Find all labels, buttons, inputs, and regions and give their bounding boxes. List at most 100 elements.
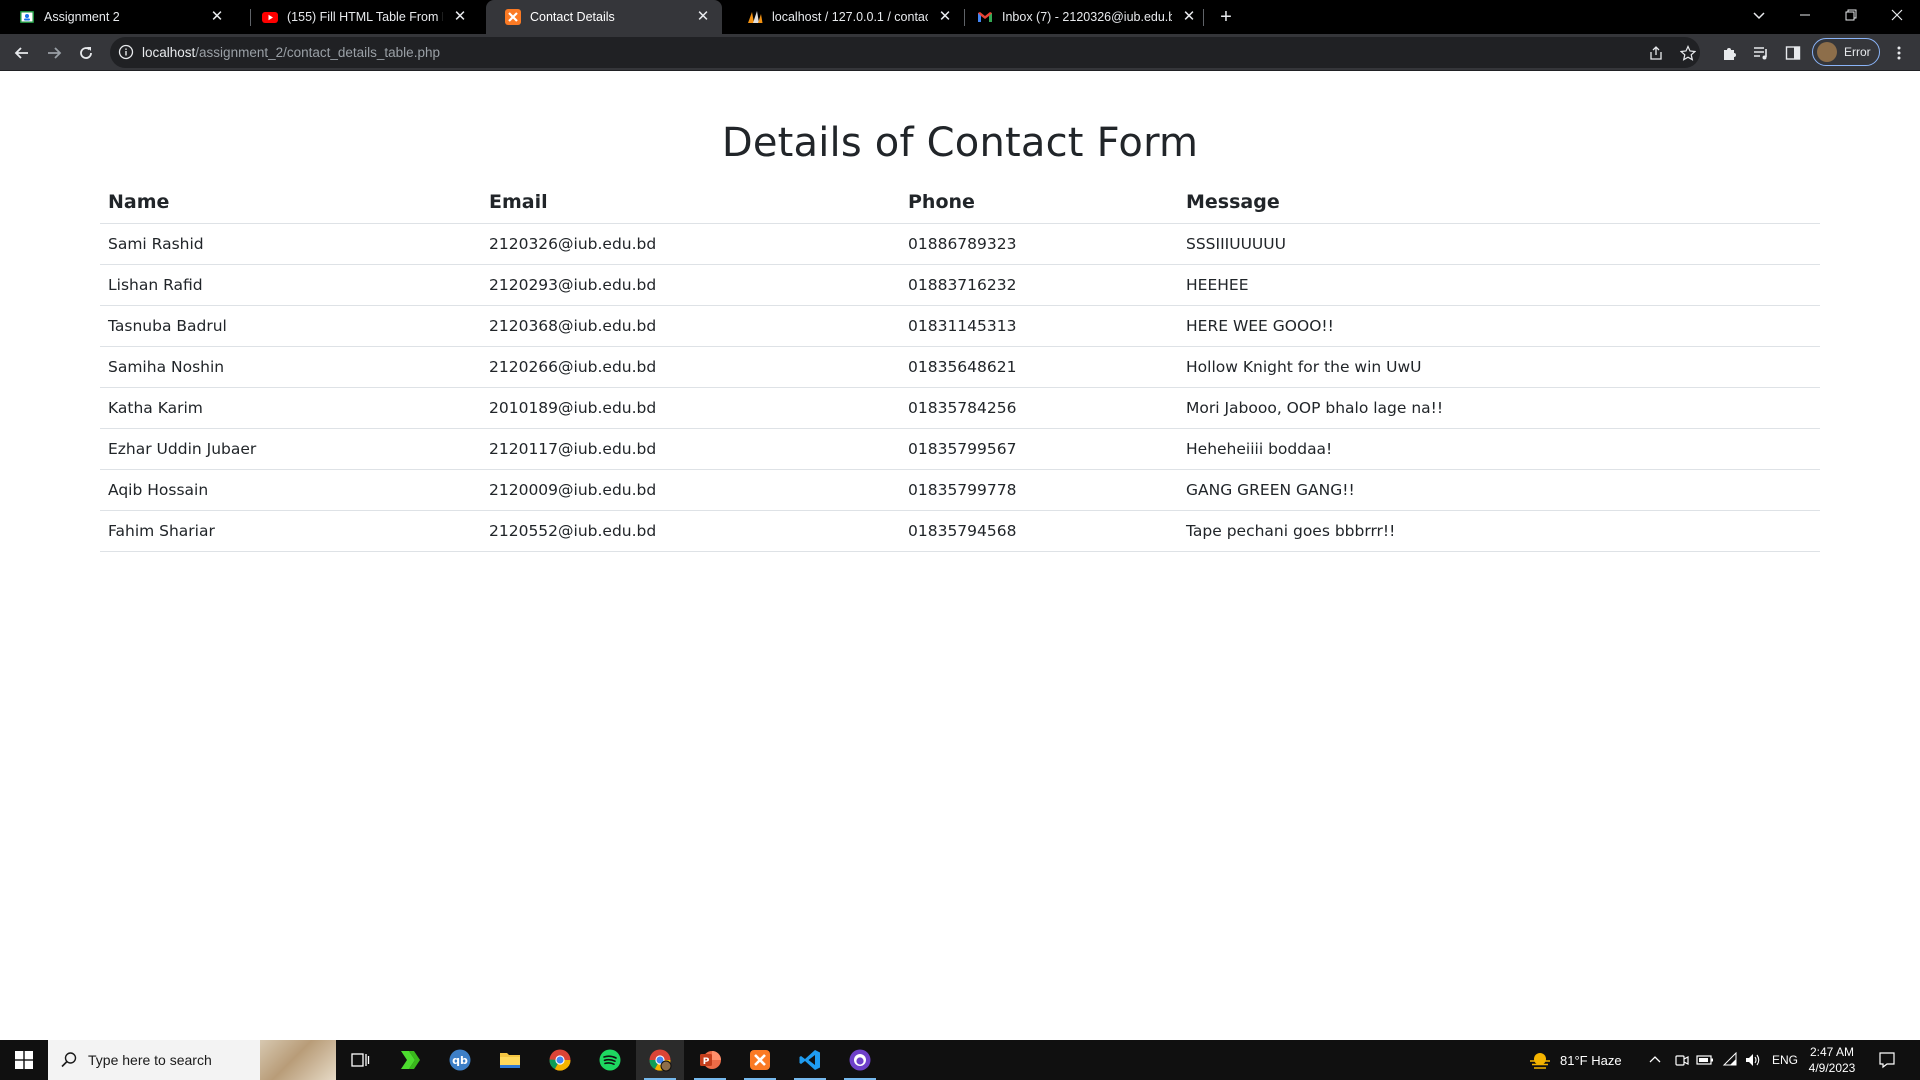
table-row: Aqib Hossain 2120009@iub.edu.bd 01835799… [100,469,1820,511]
table-row: Samiha Noshin 2120266@iub.edu.bd 0183564… [100,346,1820,388]
reload-button[interactable] [72,39,100,67]
qbittorrent-icon: qb [449,1049,471,1071]
tab-youtube[interactable]: (155) Fill HTML Table From MySQ ✕ [243,0,479,34]
browser-toolbar: localhost/assignment_2/contact_details_t… [0,34,1920,71]
tab-title: localhost / 127.0.0.1 / contactfor [772,10,928,24]
cell-phone: 01835648621 [900,346,1178,388]
cell-phone: 01831145313 [900,305,1178,347]
tab-search-button[interactable] [1736,0,1782,30]
media-control-icon[interactable] [1750,42,1772,64]
taskbar-app-chrome[interactable] [536,1040,584,1080]
share-icon[interactable] [1646,43,1666,63]
url-text: localhost/assignment_2/contact_details_t… [142,45,440,60]
camera-icon [1675,1055,1689,1066]
address-bar[interactable]: localhost/assignment_2/contact_details_t… [110,37,1700,68]
taskbar-app-xampp[interactable] [736,1040,784,1080]
cell-message: Heheheiiii boddaa! [1178,428,1820,470]
cell-phone: 01835794568 [900,510,1178,552]
close-icon[interactable]: ✕ [936,8,954,26]
cell-phone: 01835799567 [900,428,1178,470]
github-desktop-icon [849,1049,871,1071]
column-header-name: Name [100,181,481,224]
restore-button[interactable] [1828,0,1874,30]
task-view-button[interactable] [336,1040,384,1080]
cell-email: 2010189@iub.edu.bd [481,387,900,429]
start-button[interactable] [0,1040,48,1080]
cell-phone: 01835784256 [900,387,1178,429]
page-title: Details of Contact Form [721,120,1199,166]
tab-contact-details[interactable]: Contact Details ✕ [486,0,722,34]
cell-message: GANG GREEN GANG!! [1178,469,1820,511]
close-icon[interactable]: ✕ [451,8,469,26]
taskbar-app-file-explorer[interactable] [486,1040,534,1080]
column-header-email: Email [481,181,900,224]
side-panel-icon[interactable] [1782,42,1804,64]
table-header-row: Name Email Phone Message [100,181,1820,224]
tray-icon-battery[interactable] [1696,1040,1714,1080]
page-content: Details of Contact Form Name Email Phone… [0,71,1920,1040]
table-row: Sami Rashid 2120326@iub.edu.bd 018867893… [100,223,1820,265]
tray-icon-volume[interactable] [1744,1040,1762,1080]
close-icon[interactable]: ✕ [694,8,712,26]
tab-title: (155) Fill HTML Table From MySQ [287,10,443,24]
cell-message: SSSIIIUUUUU [1178,223,1820,265]
table-row: Ezhar Uddin Jubaer 2120117@iub.edu.bd 01… [100,428,1820,470]
taskbar-search-box[interactable]: Type here to search [48,1040,336,1080]
profile-button[interactable]: Error [1812,38,1880,66]
wifi-icon [1722,1052,1737,1066]
arrow-right-icon [48,47,62,59]
taskbar-clock[interactable]: 2:47 AM 4/9/2023 [1800,1044,1864,1076]
close-window-button[interactable] [1874,0,1920,30]
taskbar-app-qbittorrent[interactable]: qb [436,1040,484,1080]
chrome-icon [549,1049,571,1071]
weather-widget[interactable]: 81°F Haze [1528,1040,1622,1080]
arrow-left-icon [14,47,28,59]
search-icon [60,1051,78,1069]
tab-title: Assignment 2 [44,10,120,24]
back-button[interactable] [8,39,36,67]
close-icon [1891,9,1903,21]
search-placeholder: Type here to search [88,1052,212,1068]
svg-text:P: P [703,1057,710,1067]
taskbar-app-spotify[interactable] [586,1040,634,1080]
extensions-icon[interactable] [1718,42,1740,64]
forward-button[interactable] [40,39,68,67]
taskbar-app-vscode[interactable] [786,1040,834,1080]
taskbar-app-github-desktop[interactable] [836,1040,884,1080]
taskbar-app-nvidia[interactable] [386,1040,434,1080]
bookmark-star-icon[interactable] [1678,43,1698,63]
tab-gmail[interactable]: Inbox (7) - 2120326@iub.edu.bd ✕ [958,0,1208,34]
browser-tab-strip: Assignment 2 ✕ (155) Fill HTML Table Fro… [0,0,1920,34]
clock-date: 4/9/2023 [1808,1061,1856,1075]
notification-icon [1879,1052,1895,1069]
spotify-icon [599,1049,621,1071]
task-view-icon [351,1053,370,1067]
tray-icon-network[interactable] [1722,1040,1738,1080]
new-tab-button[interactable]: + [1213,5,1239,29]
input-language-indicator[interactable]: ENG [1772,1040,1798,1080]
xampp-icon [505,9,521,25]
vscode-icon [799,1050,820,1070]
show-hidden-icons-button[interactable] [1648,1040,1662,1080]
minimize-button[interactable] [1782,0,1828,30]
taskbar-app-chrome-profile[interactable] [636,1040,684,1080]
tray-icon-meet-now[interactable] [1674,1040,1690,1080]
info-icon[interactable] [118,44,134,60]
cell-email: 2120117@iub.edu.bd [481,428,900,470]
tab-assignment-2[interactable]: Assignment 2 ✕ [0,0,236,34]
cell-email: 2120368@iub.edu.bd [481,305,900,347]
cell-email: 2120009@iub.edu.bd [481,469,900,511]
close-icon[interactable]: ✕ [208,8,226,26]
column-header-phone: Phone [900,181,1178,224]
close-icon[interactable]: ✕ [1180,8,1198,26]
cell-message: HEEHEE [1178,264,1820,306]
cell-message: Hollow Knight for the win UwU [1178,346,1820,388]
cell-name: Samiha Noshin [100,346,481,388]
taskbar-app-powerpoint[interactable]: P [686,1040,734,1080]
tab-phpmyadmin[interactable]: localhost / 127.0.0.1 / contactfor ✕ [728,0,964,34]
cell-name: Ezhar Uddin Jubaer [100,428,481,470]
tab-title: Contact Details [530,10,615,24]
notification-center-button[interactable] [1878,1040,1896,1080]
menu-button[interactable] [1888,42,1910,64]
windows-taskbar: Type here to search qb P 81°F Haze ENG 2… [0,1040,1920,1080]
